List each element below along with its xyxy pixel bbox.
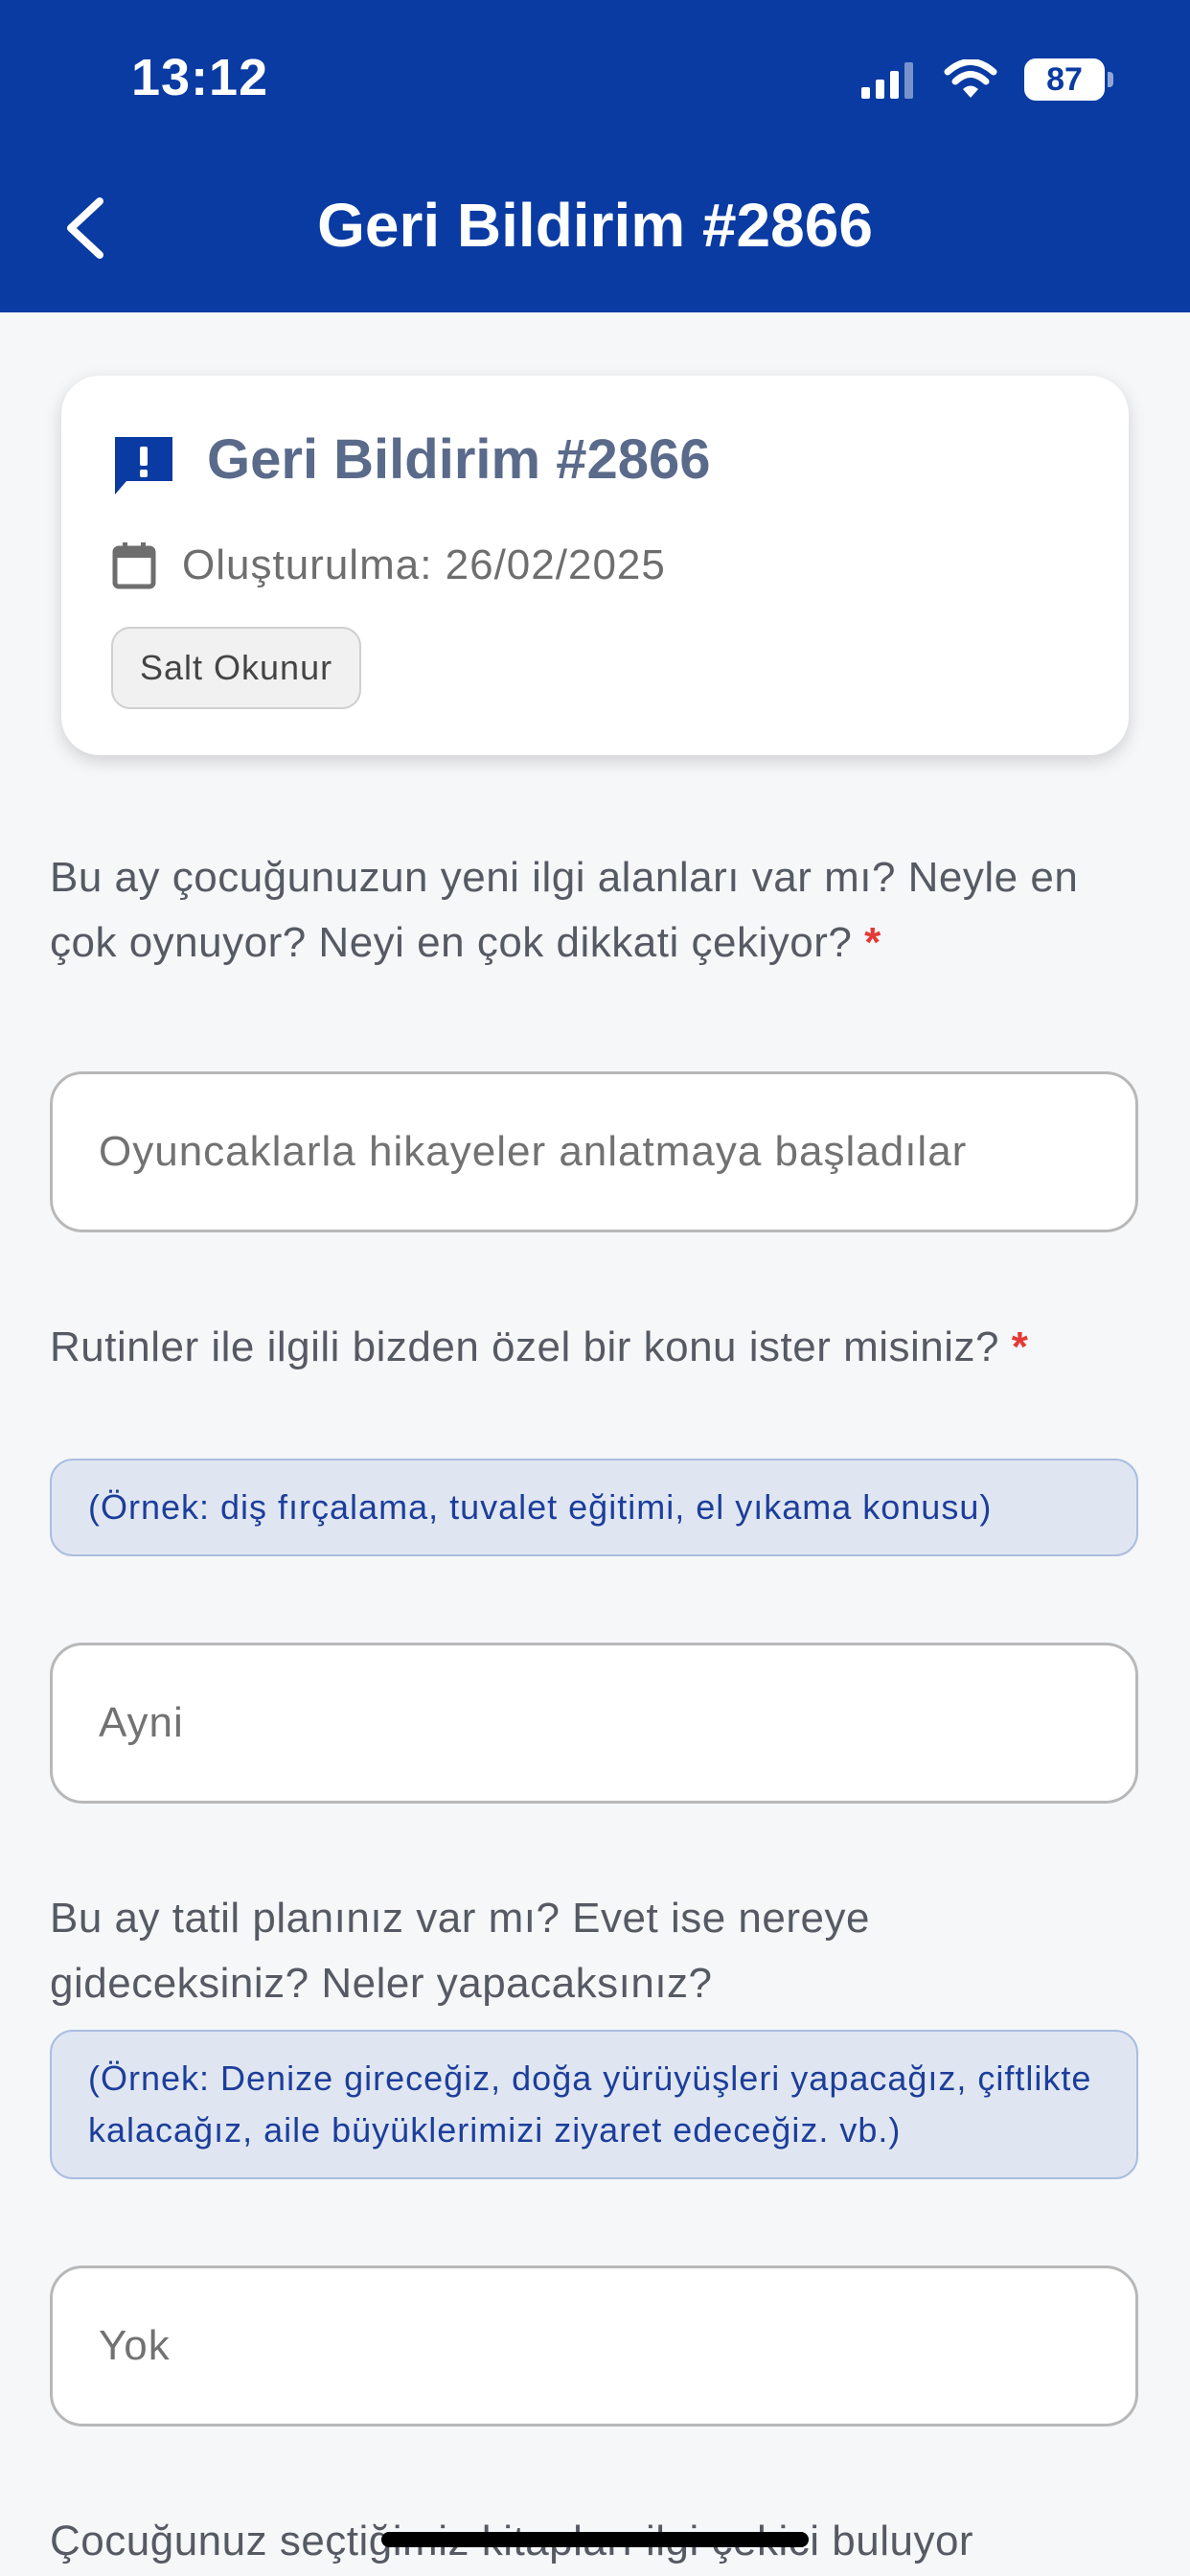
home-indicator xyxy=(381,2532,809,2547)
card-title: Geri Bildirim #2866 xyxy=(207,428,711,491)
created-date-row: Oluşturulma: 26/02/2025 xyxy=(111,540,666,590)
page-title: Geri Bildirim #2866 xyxy=(317,191,873,260)
answer-1-field[interactable] xyxy=(50,1071,1138,1232)
feedback-info-card: Geri Bildirim #2866 Oluşturulma: 26/02/2… xyxy=(61,376,1129,755)
question-1-text: Bu ay çocuğunuzun yeni ilgi alanları var… xyxy=(50,854,1079,966)
answer-3-input[interactable] xyxy=(53,2268,1135,2424)
read-only-badge: Salt Okunur xyxy=(111,627,362,709)
answer-3-field[interactable] xyxy=(50,2266,1138,2426)
battery-tip xyxy=(1108,72,1113,87)
answer-2-field[interactable] xyxy=(50,1643,1138,1804)
question-3-hint: (Örnek: Denize gireceğiz, doğa yürüyüşle… xyxy=(50,2030,1138,2179)
question-1-label: Bu ay çocuğunuzun yeni ilgi alanları var… xyxy=(50,845,1123,976)
answer-1-input[interactable] xyxy=(53,1074,1135,1230)
question-2-text: Rutinler ile ilgili bizden özel bir konu… xyxy=(50,1323,1000,1370)
required-marker: * xyxy=(1011,1323,1029,1370)
question-3-label: Bu ay tatil planınız var mı? Evet ise ne… xyxy=(50,1886,1123,2016)
created-date: Oluşturulma: 26/02/2025 xyxy=(182,541,666,588)
battery-indicator: 87 xyxy=(1024,58,1113,101)
answer-2-input[interactable] xyxy=(53,1645,1135,1801)
required-marker: * xyxy=(864,919,881,966)
cellular-signal-icon xyxy=(861,62,913,99)
feedback-icon xyxy=(115,437,172,494)
battery-level: 87 xyxy=(1024,58,1105,101)
question-2-label: Rutinler ile ilgili bizden özel bir konu… xyxy=(50,1315,1123,1380)
app-header: 13:12 87 Geri Bildirim #2866 xyxy=(0,0,1190,312)
calendar-icon xyxy=(112,542,156,589)
question-2-hint: (Örnek: diş fırçalama, tuvalet eğitimi, … xyxy=(50,1459,1138,1556)
status-time: 13:12 xyxy=(131,49,269,106)
question-3-text: Bu ay tatil planınız var mı? Evet ise ne… xyxy=(50,1895,870,2007)
wifi-icon xyxy=(944,59,997,98)
status-icons: 87 xyxy=(859,56,1113,104)
